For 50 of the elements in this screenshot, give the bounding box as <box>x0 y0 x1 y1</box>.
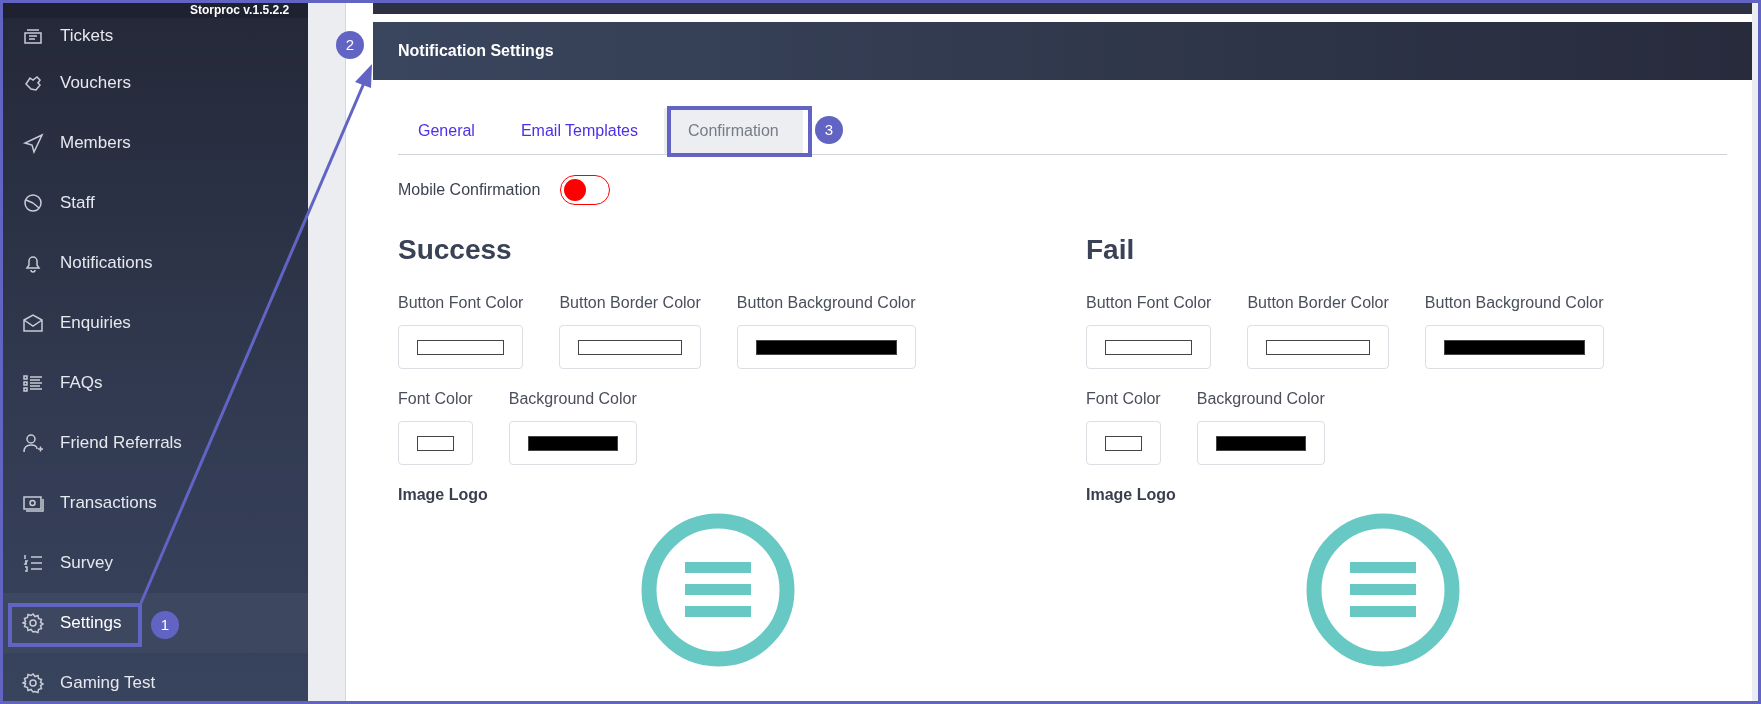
section-heading: Success <box>398 233 513 267</box>
sidebar-item[interactable]: Vouchers <box>0 53 308 113</box>
section-heading: Fail <box>1086 233 1136 267</box>
field-label: Button Background Color <box>736 293 916 313</box>
field-label: Button Border Color <box>559 293 701 313</box>
color-picker[interactable] <box>508 421 637 465</box>
field-label: Button Font Color <box>1086 293 1212 313</box>
field-label: Button Border Color <box>1247 293 1389 313</box>
pie-chart-icon <box>22 192 44 214</box>
gear-icon <box>22 612 44 634</box>
color-picker[interactable] <box>1196 421 1325 465</box>
field-label: Background Color <box>1196 389 1325 409</box>
sidebar-item[interactable]: Gaming Test <box>0 653 308 704</box>
sidebar-item[interactable]: Notifications <box>0 233 308 293</box>
tab[interactable]: Email Templates <box>500 108 658 154</box>
gear-icon <box>22 672 44 694</box>
version-text: Storproc v.1.5.2.2 <box>190 2 290 19</box>
field-label: Font Color <box>398 389 473 409</box>
paper-plane-icon <box>22 132 44 154</box>
logo-label: Image Logo <box>1086 485 1177 505</box>
color-picker[interactable] <box>398 325 524 369</box>
color-picker[interactable] <box>736 325 916 369</box>
user-plus-icon <box>22 432 44 454</box>
envelope-icon <box>22 312 44 334</box>
field-label: Button Font Color <box>398 293 524 313</box>
field-label: Background Color <box>508 389 637 409</box>
color-picker[interactable] <box>1086 421 1161 465</box>
sidebar-item[interactable]: Friend Referrals <box>0 413 308 473</box>
field-label: Font Color <box>1086 389 1161 409</box>
tab[interactable]: General <box>398 108 495 154</box>
toggle-switch[interactable] <box>560 175 611 205</box>
sidebar-item[interactable]: Staff <box>0 173 308 233</box>
sidebar-item[interactable]: Enquiries <box>0 293 308 353</box>
sidebar-item[interactable]: Transactions <box>0 473 308 533</box>
color-picker[interactable] <box>1086 325 1212 369</box>
numbered-list-icon <box>22 552 44 574</box>
sidebar-item[interactable]: Tickets <box>0 18 308 53</box>
logo-label: Image Logo <box>398 485 489 505</box>
toggle-label: Mobile Confirmation <box>398 180 541 200</box>
color-picker[interactable] <box>398 421 473 465</box>
field-label: Button Background Color <box>1424 293 1604 313</box>
sidebar-item[interactable]: Survey <box>0 533 308 593</box>
color-picker[interactable] <box>1424 325 1604 369</box>
tab[interactable]: Confirmation <box>664 108 803 154</box>
sidebar-item[interactable]: FAQs <box>0 353 308 413</box>
list-icon <box>22 372 44 394</box>
color-picker[interactable] <box>559 325 701 369</box>
panel-title: Notification Settings <box>373 22 1752 80</box>
sidebar-item[interactable]: Members <box>0 113 308 173</box>
color-picker[interactable] <box>1247 325 1389 369</box>
